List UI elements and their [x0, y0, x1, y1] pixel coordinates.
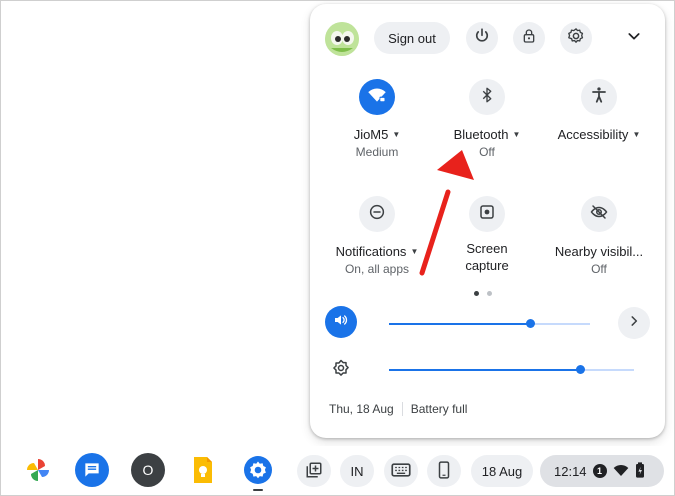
notification-count-badge: 1 [592, 464, 607, 478]
accessibility-tile[interactable]: Accessibility ▼ [544, 79, 654, 142]
wifi-tile-label: JioM5 [353, 127, 389, 142]
page-indicator [474, 291, 492, 296]
active-app-indicator [253, 489, 263, 491]
overview-app-icon[interactable]: O [131, 453, 165, 487]
volume-row [325, 306, 655, 340]
footer-divider [401, 402, 403, 416]
screen-capture-icon [478, 203, 496, 226]
calendar-date-label: 18 Aug [481, 463, 523, 479]
bluetooth-icon [478, 86, 496, 109]
volume-slider-fill [389, 323, 530, 325]
tote-icon [305, 461, 323, 482]
sign-out-button[interactable]: Sign out [374, 22, 450, 54]
gear-icon [567, 27, 585, 50]
nearby-visibility-off-icon [590, 203, 608, 226]
notifications-toggle[interactable] [359, 196, 395, 232]
power-button[interactable] [466, 22, 498, 54]
input-method-label: IN [350, 463, 364, 479]
power-icon [473, 27, 491, 50]
nearby-visibility-tile-status: Off [591, 262, 607, 276]
brightness-icon [329, 356, 353, 380]
annotation-arrow [410, 140, 480, 280]
clock-time: 12:14 [554, 463, 587, 479]
quick-settings-panel: Sign out JioM5 ▼ Medium Bluetooth ▼ Off … [310, 4, 665, 438]
notifications-tile-label: Notifications [335, 244, 407, 259]
keyboard-icon [391, 462, 411, 481]
lock-icon [521, 28, 537, 49]
footer-date[interactable]: Thu, 18 Aug [329, 402, 394, 416]
nearby-visibility-tile-label: Nearby visibil... [554, 244, 644, 259]
caret-down-icon[interactable]: ▼ [392, 130, 400, 139]
chevron-down-icon [626, 28, 642, 49]
page-dot-1[interactable] [474, 291, 479, 296]
wifi-icon [367, 85, 387, 110]
quick-settings-footer: Thu, 18 Aug Battery full [329, 402, 467, 416]
phone-hub-button[interactable] [427, 455, 461, 487]
wifi-status-icon [613, 463, 629, 480]
volume-icon [333, 312, 349, 333]
audio-settings-button[interactable] [618, 307, 650, 339]
brightness-row [325, 352, 655, 386]
accessibility-tile-label: Accessibility [557, 127, 629, 142]
accessibility-toggle[interactable] [581, 79, 617, 115]
volume-slider-thumb[interactable] [525, 319, 535, 328]
overview-app-letter: O [142, 462, 154, 478]
status-area-button[interactable]: 12:14 1 [540, 455, 664, 487]
battery-icon [635, 461, 645, 481]
bluetooth-toggle[interactable] [469, 79, 505, 115]
accessibility-icon [590, 86, 608, 109]
chevron-right-icon [627, 314, 641, 333]
caret-down-icon[interactable]: ▼ [632, 130, 640, 139]
mute-button[interactable] [325, 306, 357, 338]
phone-icon [437, 460, 451, 482]
nearby-visibility-tile[interactable]: Nearby visibil... Off [544, 196, 654, 276]
tote-button[interactable] [297, 455, 331, 487]
do-not-disturb-icon [368, 203, 386, 226]
photos-app-icon[interactable] [21, 453, 55, 487]
settings-button[interactable] [560, 22, 592, 54]
collapse-button[interactable] [618, 22, 650, 54]
keep-app-icon[interactable] [186, 453, 220, 487]
footer-battery-status: Battery full [410, 402, 468, 416]
brightness-slider-thumb[interactable] [576, 365, 586, 374]
messages-app-icon[interactable] [75, 453, 109, 487]
nearby-visibility-toggle[interactable] [581, 196, 617, 232]
input-method-button[interactable]: IN [340, 455, 374, 487]
brightness-slider[interactable] [389, 365, 634, 374]
brightness-slider-fill [389, 369, 581, 371]
virtual-keyboard-button[interactable] [384, 455, 418, 487]
user-avatar[interactable] [325, 22, 359, 56]
lock-button[interactable] [513, 22, 545, 54]
calendar-date-button[interactable]: 18 Aug [471, 455, 533, 487]
quick-settings-header: Sign out [310, 4, 665, 70]
volume-slider[interactable] [389, 319, 590, 328]
shelf: O IN 18 Aug 12:14 1 [0, 446, 675, 496]
wifi-toggle[interactable] [359, 79, 395, 115]
caret-down-icon[interactable]: ▼ [513, 130, 521, 139]
settings-app-icon[interactable] [241, 453, 275, 487]
page-dot-2[interactable] [487, 291, 492, 296]
